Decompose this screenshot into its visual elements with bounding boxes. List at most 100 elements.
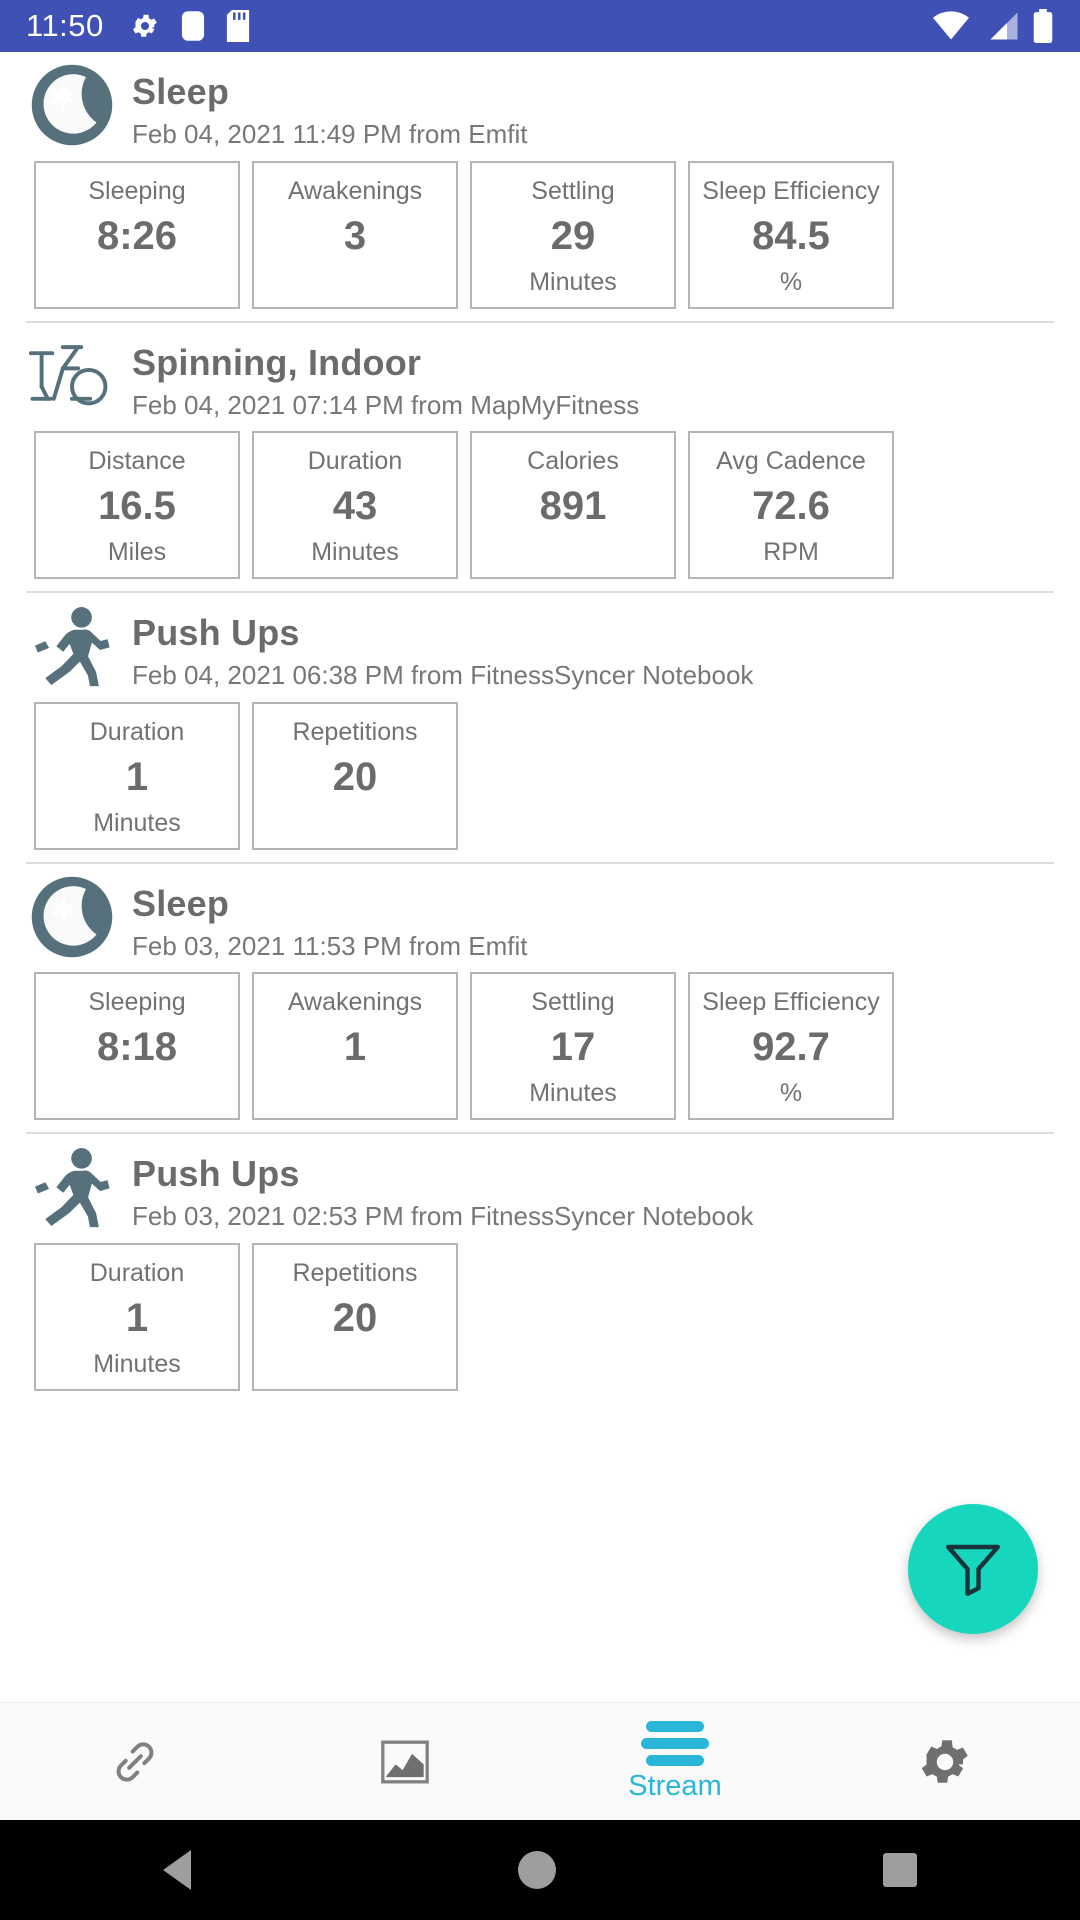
activity-entry-header: Push Ups Feb 04, 2021 06:38 PM from Fitn… — [0, 593, 1080, 692]
rounded-square-icon — [181, 11, 204, 41]
activity-subtitle: Feb 03, 2021 02:53 PM from FitnessSyncer… — [132, 1201, 754, 1232]
metric-value: 92.7 — [752, 1025, 830, 1069]
metric-value: 8:26 — [96, 213, 178, 258]
activity-entry[interactable]: Spinning, Indoor Feb 04, 2021 07:14 PM f… — [0, 323, 1080, 593]
metric-card: Duration 43 Minutes — [252, 431, 458, 579]
metric-card-row[interactable]: Sleeping 8:26 Awakenings 3 Settling 29 M… — [0, 151, 1080, 309]
nav-item-stream[interactable]: Stream — [540, 1703, 810, 1820]
metric-unit: Minutes — [93, 808, 181, 837]
metric-value: 20 — [332, 1295, 378, 1340]
gear-icon — [921, 1739, 968, 1783]
nav-item-settings[interactable] — [810, 1703, 1080, 1820]
metric-label: Repetitions — [292, 717, 418, 746]
metric-value: 43 — [332, 484, 378, 528]
link-chain-icon — [116, 1741, 154, 1782]
activity-type-icon — [26, 876, 118, 957]
activity-entry[interactable]: Push Ups Feb 04, 2021 06:38 PM from Fitn… — [0, 593, 1080, 864]
metric-card-row[interactable]: Sleeping 8:18 Awakenings 1 Settling 17 M… — [0, 962, 1080, 1120]
metric-card: Awakenings 3 — [252, 160, 458, 309]
metric-card: Settling 29 Minutes — [470, 160, 676, 309]
metric-unit: Minutes — [311, 538, 399, 566]
stationary-bike-icon — [28, 344, 108, 405]
metric-unit: % — [779, 267, 803, 296]
metric-card: Calories 891 — [470, 431, 676, 579]
metric-unit: Miles — [107, 538, 167, 566]
activity-subtitle: Feb 03, 2021 11:53 PM from Emfit — [132, 930, 528, 961]
status-bar-left-icons — [130, 10, 250, 42]
metric-card-row[interactable]: Duration 1 Minutes Repetitions 20 — [0, 1233, 1080, 1391]
cell-signal-icon — [990, 12, 1018, 40]
sd-card-icon — [226, 10, 249, 42]
nav-item-stream-label: Stream — [628, 1769, 722, 1802]
filter-fab-button[interactable] — [908, 1504, 1038, 1634]
sleep-moon-star-icon — [31, 876, 113, 957]
status-bar: 11:50 — [0, 0, 1080, 52]
app-screen: 11:50 Sleep Feb 04, 2021 11:49 PM from E… — [0, 0, 1080, 1920]
metric-value: 1 — [125, 1295, 149, 1340]
metric-label: Duration — [89, 717, 185, 746]
metric-card: Settling 17 Minutes — [470, 972, 676, 1120]
activity-title: Push Ups — [132, 612, 300, 653]
metric-label: Settling — [531, 176, 615, 205]
metric-label: Duration — [89, 1258, 185, 1287]
nav-item-connections[interactable] — [0, 1703, 270, 1820]
activity-entry-text: Push Ups Feb 04, 2021 06:38 PM from Fitn… — [132, 607, 753, 692]
metric-label: Sleep Efficiency — [702, 988, 880, 1016]
recents-square-icon[interactable] — [882, 1853, 917, 1887]
metric-label: Sleeping — [88, 988, 186, 1016]
activity-entry[interactable]: Sleep Feb 04, 2021 11:49 PM from Emfit S… — [0, 52, 1080, 323]
home-circle-icon[interactable] — [517, 1851, 556, 1889]
activity-entry-text: Push Ups Feb 03, 2021 02:53 PM from Fitn… — [132, 1148, 753, 1233]
metric-card-row[interactable]: Duration 1 Minutes Repetitions 20 — [0, 692, 1080, 850]
activity-stream-list[interactable]: Sleep Feb 04, 2021 11:49 PM from Emfit S… — [0, 52, 1080, 1702]
nav-item-charts[interactable] — [270, 1703, 540, 1820]
activity-title: Sleep — [132, 71, 230, 112]
gear-icon — [132, 14, 157, 37]
activity-entry-text: Spinning, Indoor Feb 04, 2021 07:14 PM f… — [132, 337, 639, 422]
metric-label: Duration — [307, 447, 403, 475]
metric-label: Settling — [531, 988, 615, 1016]
metric-value: 20 — [332, 754, 378, 799]
activity-title: Push Ups — [132, 1153, 300, 1194]
metric-card: Sleeping 8:18 — [34, 972, 240, 1120]
metric-value: 72.6 — [752, 484, 830, 528]
metric-card-row[interactable]: Distance 16.5 Miles Duration 43 Minutes Ca… — [0, 421, 1080, 579]
activity-type-icon — [26, 607, 118, 687]
running-person-icon — [34, 607, 110, 687]
activity-entry[interactable]: Sleep Feb 03, 2021 11:53 PM from Emfit S… — [0, 864, 1080, 1134]
chart-icon — [381, 1740, 429, 1783]
metric-value: 1 — [343, 1025, 367, 1069]
activity-entry-header: Push Ups Feb 03, 2021 02:53 PM from Fitn… — [0, 1134, 1080, 1233]
status-bar-clock: 11:50 — [26, 8, 104, 43]
metric-card: Repetitions 20 — [252, 1242, 458, 1391]
activity-title: Sleep — [132, 882, 230, 924]
metric-value: 3 — [343, 213, 367, 258]
metric-unit: Minutes — [93, 1349, 181, 1378]
metric-card: Duration 1 Minutes — [34, 1242, 240, 1391]
metric-value: 1 — [125, 754, 149, 799]
back-triangle-icon[interactable] — [163, 1850, 192, 1890]
metric-card: Distance 16.5 Miles — [34, 431, 240, 579]
wifi-icon — [933, 11, 969, 40]
metric-value: 16.5 — [98, 484, 176, 528]
metric-label: Avg Cadence — [716, 447, 866, 475]
android-system-nav — [0, 1820, 1080, 1920]
activity-subtitle: Feb 04, 2021 06:38 PM from FitnessSyncer… — [132, 660, 754, 691]
activity-subtitle: Feb 04, 2021 07:14 PM from MapMyFitness — [132, 389, 640, 420]
activity-entry-text: Sleep Feb 04, 2021 11:49 PM from Emfit — [132, 66, 527, 151]
activity-subtitle: Feb 04, 2021 11:49 PM from Emfit — [132, 119, 528, 150]
sleep-moon-star-icon — [31, 64, 113, 146]
metric-label: Sleeping — [88, 176, 186, 205]
metric-card: Awakenings 1 — [252, 972, 458, 1120]
metric-label: Sleep Efficiency — [702, 176, 880, 205]
metric-value: 29 — [550, 213, 596, 258]
metric-value: 17 — [550, 1025, 596, 1069]
metric-unit: RPM — [763, 538, 819, 566]
battery-icon — [1033, 9, 1053, 43]
stream-bars-icon — [641, 1720, 709, 1766]
activity-entry[interactable]: Push Ups Feb 03, 2021 02:53 PM from Fitn… — [0, 1134, 1080, 1391]
filter-funnel-icon — [946, 1544, 1000, 1596]
metric-label: Awakenings — [287, 988, 423, 1016]
metric-unit: Minutes — [529, 267, 617, 296]
activity-type-icon — [26, 337, 118, 415]
